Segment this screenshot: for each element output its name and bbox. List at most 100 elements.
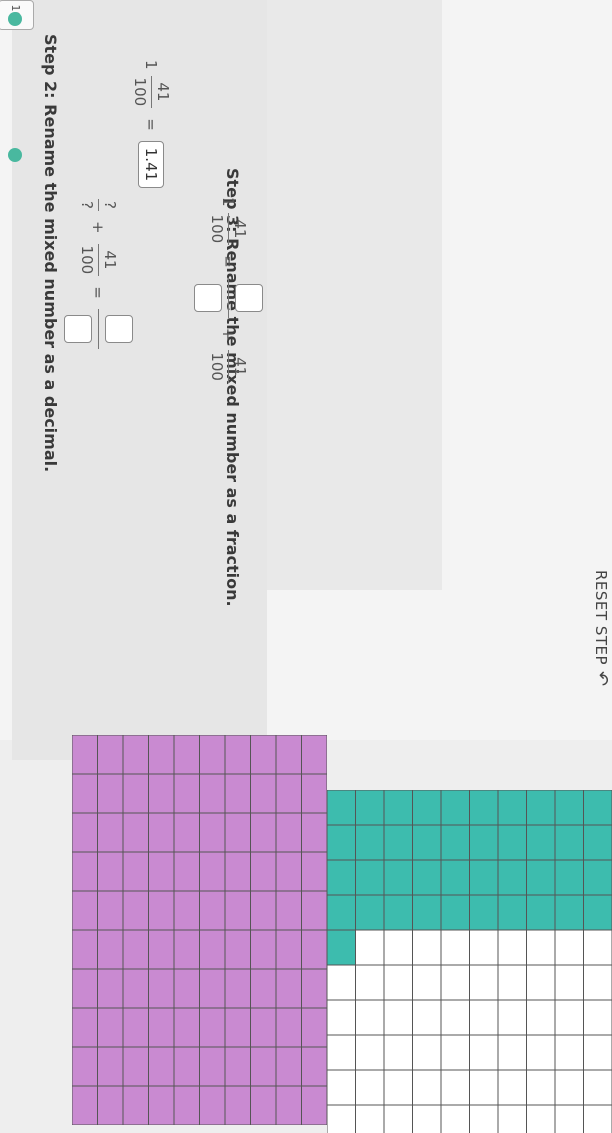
grid-cell-shaded [199,929,226,970]
grid-cell-shaded [224,812,251,853]
grid-cell-shaded [97,968,124,1009]
grid-cell-shaded [355,790,385,826]
grid-cell-shaded [301,735,327,775]
grid-cell-empty [355,1034,385,1071]
grid-cell-shaded [173,929,200,970]
grid-cell-shaded [469,790,499,826]
grid-cell-empty [469,1104,499,1133]
line2-denominator-input[interactable] [64,314,92,343]
grid-cell-shaded [383,859,413,896]
grid-cell-empty [383,964,413,1001]
grid-cell-shaded [72,890,98,931]
grid-cell-shaded [327,824,356,861]
grid-cell-shaded [148,890,175,931]
step2-bullet-icon [8,12,22,26]
line1-denominator2: 100 [208,352,226,381]
grid-cell-shaded [412,859,442,896]
grid-cell-empty [412,1069,442,1106]
grid-cell-shaded [583,824,612,861]
grid-cell-shaded [250,735,277,775]
grid-cell-empty [583,1104,612,1133]
line1-numerator-input[interactable] [235,283,263,312]
grid-cell-shaded [383,790,413,826]
reset-step-button[interactable]: RESET STEP ↶ [591,570,612,687]
grid-cell-shaded [173,851,200,892]
line1-whole: 1 [219,197,238,207]
grid-cell-empty [440,929,470,966]
grid-cell-shaded [497,859,527,896]
line1-fraction2: 41 100 [208,350,249,383]
step2-answer-box[interactable]: 1.41 [138,140,165,189]
grid-cell-shaded [148,1085,175,1125]
line1-denominator-input[interactable] [194,283,222,312]
grid-cell-shaded [412,894,442,931]
grid-cell-shaded [148,929,175,970]
grid-cell-shaded [497,894,527,931]
grid-cell-empty [526,999,556,1036]
rotated-content: 100 Step 2: Rename the mixed number as a… [0,0,612,1133]
reset-step-label: RESET STEP [592,570,611,666]
grid-cell-empty [526,964,556,1001]
grid-cell-shaded [122,929,149,970]
grid-cell-empty [327,1104,356,1133]
grid-cell-shaded [526,790,556,826]
line1-fraction: 41 100 [208,212,249,246]
grid-cell-empty [327,964,356,1001]
grid-cell-shaded [199,773,226,814]
grid-cell-empty [383,1069,413,1106]
grid-cell-empty [554,1069,584,1106]
grid-cell-shaded [250,851,277,892]
grid-cell-shaded [72,773,98,814]
purple-hundred-grid [72,735,327,1125]
fraction-bar [151,75,152,109]
fraction-bar [98,199,99,211]
line2-fraction: ? ? [78,199,119,211]
grid-cell-empty [440,964,470,1001]
grid-cell-empty [327,1069,356,1106]
grid-cell-shaded [122,812,149,853]
step2-whole: 1 [142,60,161,70]
grid-cell-empty [383,929,413,966]
step2-denominator: 100 [131,77,149,107]
grid-cell-shaded [301,890,327,931]
grid-cell-empty [327,1034,356,1071]
grid-cell-shaded [275,929,302,970]
grid-cell-shaded [224,968,251,1009]
grid-cell-empty [583,1034,612,1071]
grid-cell-shaded [301,1085,327,1125]
plus-sign: + [219,327,238,341]
grid-cell-shaded [327,894,356,931]
grid-cell-shaded [148,1046,175,1087]
grid-cell-shaded [554,824,584,861]
grid-cell-empty [412,1034,442,1071]
grid-cell-empty [469,929,499,966]
grid-cell-shaded [224,773,251,814]
grid-cell-empty [583,964,612,1001]
equals-sign: = [219,255,238,268]
grid-cell-shaded [122,1085,149,1125]
grid-cell-shaded [199,890,226,931]
grid-cell-shaded [199,1007,226,1048]
line2-numerator-input[interactable] [105,314,133,343]
grid-cell-shaded [250,1046,277,1087]
line2-denominator2: 100 [78,245,96,275]
grid-cell-empty [440,1104,470,1133]
grid-cell-shaded [497,824,527,861]
grid-cell-shaded [72,1046,98,1087]
grid-cell-shaded [250,890,277,931]
grid-cell-empty [583,929,612,966]
grid-cell-shaded [383,894,413,931]
grid-cell-empty [554,929,584,966]
fraction-bar [228,350,229,383]
grid-cell-empty [469,1034,499,1071]
grid-cell-empty [469,964,499,1001]
grid-cell-shaded [497,790,527,826]
grid-cell-empty [469,1069,499,1106]
equals-sign: = [89,286,108,299]
step3-line1: 1 41 100 = + 41 100 [190,195,267,387]
grid-cell-shaded [224,1007,251,1048]
grid-cell-shaded [72,851,98,892]
grid-cell-shaded [224,1085,251,1125]
grid-cell-shaded [173,1085,200,1125]
grid-cell-shaded [97,735,124,775]
